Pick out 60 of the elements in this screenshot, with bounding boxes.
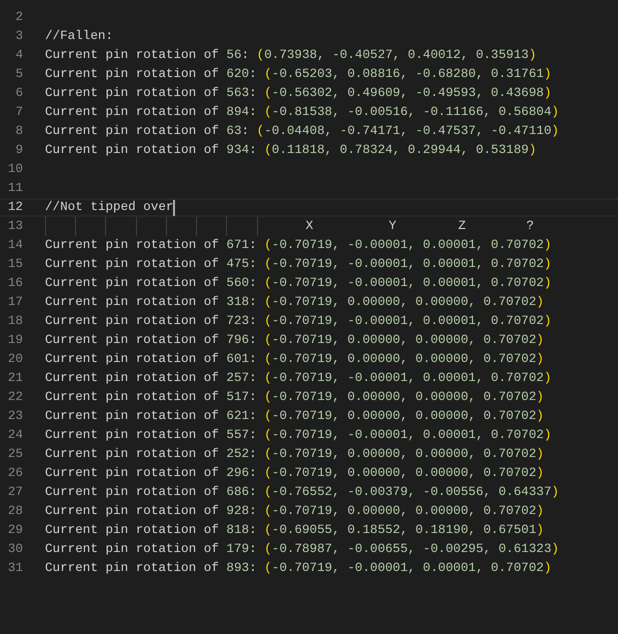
line-number: 25	[6, 446, 23, 463]
code-line: Current pin rotation of 894: (-0.81538, -0.00516, -0.11166, 0.56804)	[45, 104, 559, 121]
code-line: Current pin rotation of 818: (-0.69055, 0.18552, 0.18190, 0.67501)	[45, 522, 544, 539]
line-number: 23	[6, 408, 23, 425]
code-line: Current pin rotation of 517: (-0.70719, 0.00000, 0.00000, 0.70702)	[45, 389, 544, 406]
code-line: Current pin rotation of 620: (-0.65203, 0.08816, -0.68280, 0.31761)	[45, 66, 552, 83]
line-number: 9	[14, 142, 23, 159]
line-number: 19	[6, 332, 23, 349]
line-number: 5	[14, 66, 23, 83]
code-line: Current pin rotation of 179: (-0.78987, -0.00655, -0.00295, 0.61323)	[45, 541, 559, 558]
line-number: 17	[6, 294, 23, 311]
line-number: 27	[6, 484, 23, 501]
code-line: Current pin rotation of 796: (-0.70719, 0.00000, 0.00000, 0.70702)	[45, 332, 544, 349]
code-line: Current pin rotation of 601: (-0.70719, 0.00000, 0.00000, 0.70702)	[45, 351, 544, 368]
code-line: Current pin rotation of 621: (-0.70719, 0.00000, 0.00000, 0.70702)	[45, 408, 544, 425]
line-number: 31	[6, 560, 23, 577]
line-number: 8	[14, 123, 23, 140]
code-line: Current pin rotation of 252: (-0.70719, 0.00000, 0.00000, 0.70702)	[45, 446, 544, 463]
line-number: 13	[6, 218, 23, 235]
column-label: Y	[388, 218, 396, 235]
line-number: 24	[6, 427, 23, 444]
code-line: Current pin rotation of 928: (-0.70719, 0.00000, 0.00000, 0.70702)	[45, 503, 544, 520]
line-number: 22	[6, 389, 23, 406]
column-label: Z	[458, 218, 466, 235]
line-number: 12	[6, 200, 23, 215]
line-number: 10	[6, 161, 23, 178]
line-number: 16	[6, 275, 23, 292]
line-number: 6	[14, 85, 23, 102]
code-line: Current pin rotation of 671: (-0.70719, -0.00001, 0.00001, 0.70702)	[45, 237, 552, 254]
code-line: Current pin rotation of 560: (-0.70719, -0.00001, 0.00001, 0.70702)	[45, 275, 552, 292]
line-number: 14	[6, 237, 23, 254]
column-label: X	[306, 218, 314, 235]
code-line: Current pin rotation of 557: (-0.70719, -0.00001, 0.00001, 0.70702)	[45, 427, 552, 444]
line-number: 28	[6, 503, 23, 520]
line-number: 11	[6, 180, 23, 197]
line-number: 29	[6, 522, 23, 539]
line-number: 26	[6, 465, 23, 482]
line-number: 15	[6, 256, 23, 273]
line-number: 7	[14, 104, 23, 121]
code-line: Current pin rotation of 318: (-0.70719, 0.00000, 0.00000, 0.70702)	[45, 294, 544, 311]
code-line: Current pin rotation of 563: (-0.56302, 0.49609, -0.49593, 0.43698)	[45, 85, 552, 102]
line-number: 30	[6, 541, 23, 558]
line-number: 4	[14, 47, 23, 64]
comment-line: //Not tipped over	[45, 200, 174, 215]
comment-line: //Fallen:	[45, 28, 114, 45]
line-number: 21	[6, 370, 23, 387]
code-line: Current pin rotation of 296: (-0.70719, 0.00000, 0.00000, 0.70702)	[45, 465, 544, 482]
code-line: Current pin rotation of 56: (0.73938, -0.40527, 0.40012, 0.35913)	[45, 47, 536, 64]
code-line: Current pin rotation of 723: (-0.70719, -0.00001, 0.00001, 0.70702)	[45, 313, 552, 330]
column-label: ?	[526, 218, 534, 235]
line-number: 2	[14, 9, 23, 26]
line-number: 3	[14, 28, 23, 45]
code-line: Current pin rotation of 893: (-0.70719, -0.00001, 0.00001, 0.70702)	[45, 560, 552, 577]
code-line: Current pin rotation of 63: (-0.04408, -0.74171, -0.47537, -0.47110)	[45, 123, 559, 140]
code-line: Current pin rotation of 475: (-0.70719, -0.00001, 0.00001, 0.70702)	[45, 256, 552, 273]
line-number: 20	[6, 351, 23, 368]
line-number: 18	[6, 313, 23, 330]
code-line: Current pin rotation of 934: (0.11818, 0.78324, 0.29944, 0.53189)	[45, 142, 536, 159]
code-line: Current pin rotation of 257: (-0.70719, -0.00001, 0.00001, 0.70702)	[45, 370, 552, 387]
code-line: Current pin rotation of 686: (-0.76552, -0.00379, -0.00556, 0.64337)	[45, 484, 559, 501]
